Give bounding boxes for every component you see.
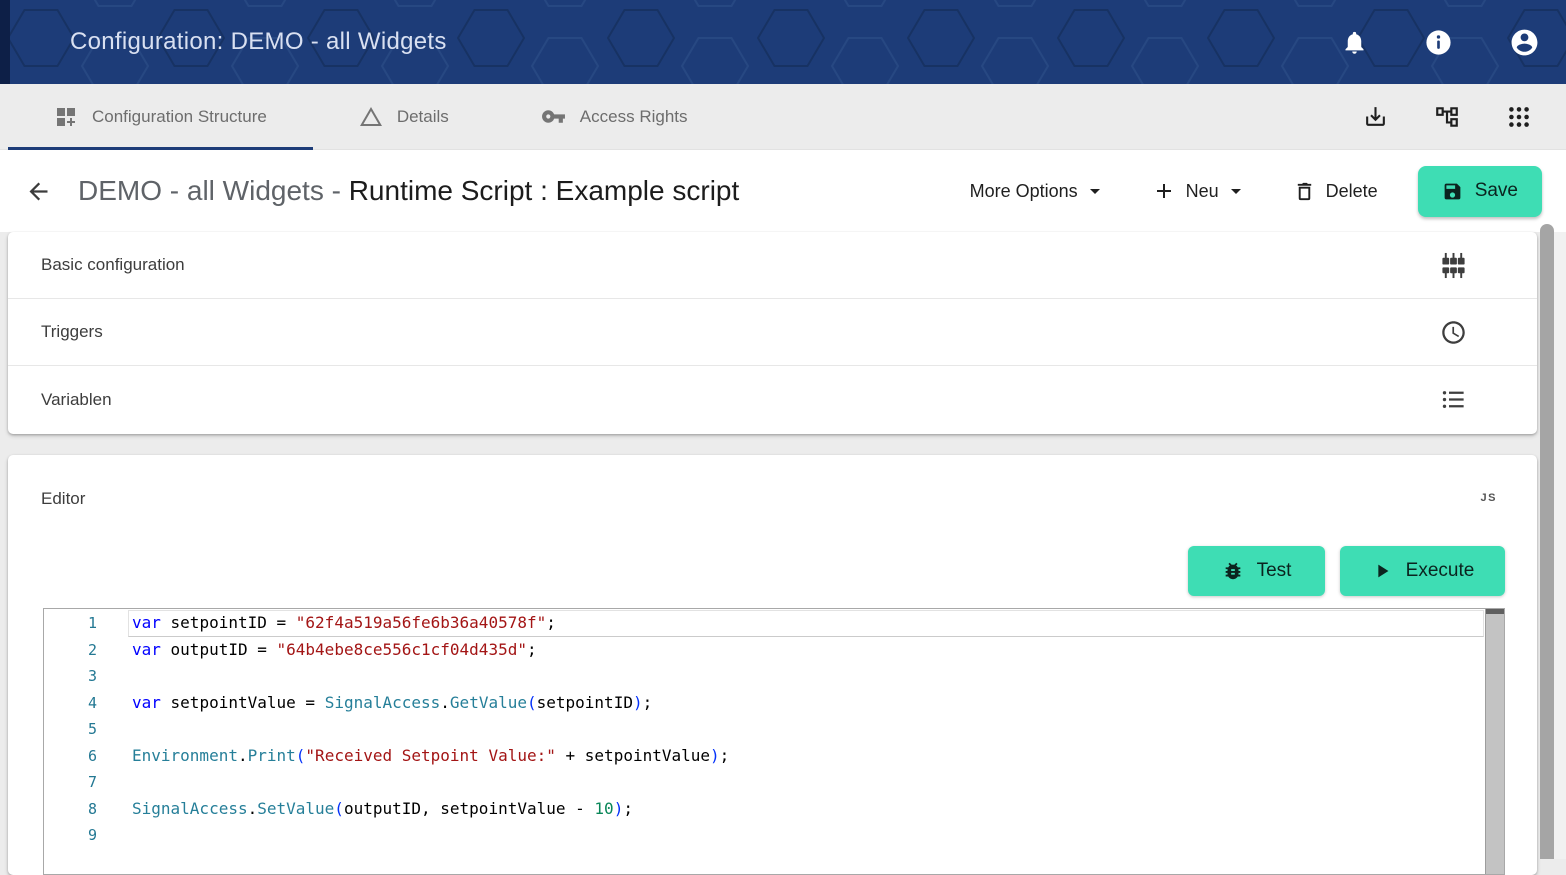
list-icon (1440, 386, 1467, 413)
section-basic-configuration[interactable]: Basic configuration (8, 232, 1537, 299)
page-title: DEMO - all Widgets - Runtime Script : Ex… (78, 175, 739, 207)
line-number: 4 (44, 690, 97, 717)
chevron-down-icon (1090, 189, 1100, 194)
delete-label: Delete (1326, 181, 1378, 202)
download-icon[interactable] (1363, 104, 1388, 129)
sections-card: Basic configuration Triggers Variablen (8, 232, 1537, 434)
save-button[interactable]: Save (1418, 166, 1542, 217)
code-line-6[interactable]: Environment.Print("Received Setpoint Val… (97, 743, 1504, 770)
line-number: 7 (44, 769, 97, 796)
bug-icon (1222, 560, 1244, 582)
line-number: 8 (44, 796, 97, 823)
info-icon[interactable] (1424, 28, 1453, 57)
line-number: 2 (44, 637, 97, 664)
line-number: 9 (44, 822, 97, 849)
page-toolbar: DEMO - all Widgets - Runtime Script : Ex… (0, 150, 1566, 232)
more-options-label: More Options (970, 181, 1078, 202)
tab-details[interactable]: Details (313, 84, 495, 149)
floppy-icon (1442, 181, 1463, 202)
warning-triangle-icon (359, 105, 383, 129)
section-triggers[interactable]: Triggers (8, 299, 1537, 366)
code-editor[interactable]: 123456789 var setpointID = "62f4a519a56f… (43, 608, 1505, 875)
line-number: 3 (44, 663, 97, 690)
code-line-7[interactable] (97, 769, 1504, 796)
app-title: Configuration: DEMO - all Widgets (70, 0, 447, 84)
editor-scrollbar[interactable] (1485, 609, 1504, 874)
code-line-3[interactable] (97, 663, 1504, 690)
save-label: Save (1475, 180, 1518, 202)
plus-icon (1152, 179, 1176, 203)
section-label: Basic configuration (41, 255, 185, 275)
editor-code-lines[interactable]: var setpointID = "62f4a519a56fe6b36a4057… (97, 609, 1504, 874)
tab-label: Configuration Structure (92, 107, 267, 127)
editor-section-label: Editor (41, 489, 85, 509)
editor-gutter: 123456789 (44, 609, 97, 874)
neu-label: Neu (1186, 181, 1219, 202)
more-options-button[interactable]: More Options (970, 181, 1100, 202)
section-variablen[interactable]: Variablen (8, 366, 1537, 433)
code-line-4[interactable]: var setpointValue = SignalAccess.GetValu… (97, 690, 1504, 717)
delete-button[interactable]: Delete (1293, 180, 1378, 203)
code-line-2[interactable]: var outputID = "64b4ebe8ce556c1cf04d435d… (97, 637, 1504, 664)
overview-ruler-marker (1486, 609, 1504, 614)
key-icon (541, 104, 566, 129)
page-title-prefix: DEMO - all Widgets - (78, 175, 349, 206)
page-title-main: Runtime Script : Example script (349, 175, 740, 206)
header-accent-strip (0, 0, 10, 84)
tree-icon[interactable] (1434, 104, 1460, 130)
dashboard-customize-icon (54, 105, 78, 129)
apps-grid-icon[interactable] (1506, 104, 1532, 130)
section-label: Triggers (41, 322, 103, 342)
code-line-8[interactable]: SignalAccess.SetValue(outputID, setpoint… (97, 796, 1504, 823)
tab-label: Details (397, 107, 449, 127)
neu-button[interactable]: Neu (1152, 179, 1241, 203)
tab-bar: Configuration Structure Details Access R… (0, 84, 1566, 150)
code-line-5[interactable] (97, 716, 1504, 743)
test-label: Test (1257, 560, 1292, 582)
tab-label: Access Rights (580, 107, 688, 127)
trash-icon (1293, 180, 1316, 203)
test-button[interactable]: Test (1188, 546, 1325, 596)
sliders-icon (1440, 252, 1467, 279)
app-header: Configuration: DEMO - all Widgets (0, 0, 1566, 84)
tab-access-rights[interactable]: Access Rights (495, 84, 734, 149)
back-arrow-icon[interactable] (25, 178, 52, 205)
tab-configuration-structure[interactable]: Configuration Structure (8, 84, 313, 149)
section-label: Variablen (41, 390, 112, 410)
execute-label: Execute (1406, 560, 1475, 582)
chevron-down-icon (1231, 189, 1241, 194)
js-language-badge: JS (1481, 489, 1497, 504)
line-number: 6 (44, 743, 97, 770)
execute-button[interactable]: Execute (1340, 546, 1505, 596)
line-number: 5 (44, 716, 97, 743)
code-line-9[interactable] (97, 822, 1504, 849)
line-number: 1 (44, 610, 97, 637)
page-scrollbar-thumb[interactable] (1540, 224, 1554, 859)
clock-icon (1440, 319, 1467, 346)
account-icon[interactable] (1509, 27, 1540, 58)
play-icon (1371, 560, 1393, 582)
editor-card: Editor JS Test Execute 123456789 var set… (8, 455, 1537, 875)
bell-icon[interactable] (1341, 29, 1368, 56)
code-line-1[interactable]: var setpointID = "62f4a519a56fe6b36a4057… (97, 610, 1504, 637)
